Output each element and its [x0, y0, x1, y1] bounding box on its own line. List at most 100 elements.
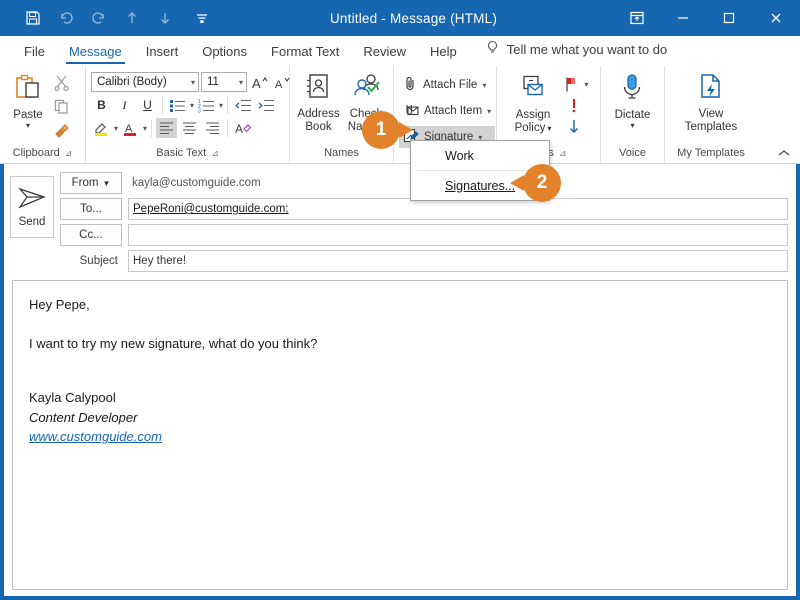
tab-options[interactable]: Options	[190, 42, 259, 66]
increase-indent-button[interactable]	[255, 95, 276, 115]
view-templates-button[interactable]: View Templates	[679, 70, 743, 137]
chevron-down-icon[interactable]: ▾	[191, 78, 195, 87]
font-size-input[interactable]: 11 ▾	[201, 72, 247, 92]
message-headers: Send From ▼ kayla@customguide.com To...	[4, 164, 796, 278]
view-templates-icon	[697, 73, 725, 106]
cc-input[interactable]	[128, 224, 788, 246]
cut-button[interactable]	[51, 72, 72, 92]
ribbon-display-options-icon[interactable]	[614, 0, 660, 36]
body-paragraph: I want to try my new signature, what do …	[29, 336, 318, 352]
signature-website-link[interactable]: www.customguide.com	[29, 427, 771, 447]
tags-dialog-launcher-icon[interactable]: ⊿	[559, 148, 567, 159]
to-row: To... PepeRoni@customguide.com;	[60, 198, 788, 220]
cc-button[interactable]: Cc...	[60, 224, 122, 246]
format-painter-button[interactable]	[51, 120, 72, 140]
dictate-button[interactable]: Dictate ▾	[609, 70, 657, 132]
group-label-voice: Voice	[619, 147, 646, 159]
include-buttons: Attach File ▾ Attach Item ▾ Signature ▾	[399, 72, 496, 148]
chevron-down-icon[interactable]: ▾	[143, 124, 147, 133]
collapse-ribbon-icon[interactable]	[777, 148, 791, 161]
assign-policy-button[interactable]: Assign Policy ▾	[509, 72, 558, 138]
tab-review[interactable]: Review	[351, 42, 418, 66]
assign-policy-icon	[518, 75, 548, 107]
tab-insert[interactable]: Insert	[134, 42, 191, 66]
chevron-down-icon[interactable]: ▾	[190, 101, 194, 110]
subject-input[interactable]: Hey there!	[128, 250, 788, 272]
chevron-down-icon[interactable]: ▾	[114, 124, 118, 133]
next-item-icon[interactable]	[154, 7, 176, 29]
bold-button[interactable]: B	[91, 95, 112, 115]
underline-button[interactable]: U	[137, 95, 158, 115]
font-color-button[interactable]: A	[120, 118, 141, 138]
align-left-button[interactable]	[156, 118, 178, 138]
font-name-input[interactable]: Calibri (Body) ▾	[91, 72, 199, 92]
follow-up-flag-icon[interactable]	[560, 74, 581, 94]
paste-button[interactable]: Paste ▾	[5, 70, 51, 132]
high-importance-button[interactable]	[564, 95, 585, 115]
clear-formatting-button[interactable]: A	[232, 118, 253, 138]
decrease-indent-button[interactable]	[232, 95, 253, 115]
assign-policy-label-1: Assign	[515, 108, 551, 121]
microphone-icon	[619, 73, 645, 107]
chevron-down-icon[interactable]: ▾	[482, 81, 486, 90]
chevron-down-icon[interactable]: ▾	[584, 80, 588, 89]
to-input[interactable]: PepeRoni@customguide.com;	[128, 198, 788, 220]
group-label-basic-text: Basic Text ⊿	[156, 147, 219, 159]
chevron-down-icon[interactable]: ▾	[487, 107, 491, 116]
previous-item-icon[interactable]	[121, 7, 143, 29]
title-bar: Untitled - Message (HTML)	[0, 0, 800, 36]
italic-button[interactable]: I	[114, 95, 135, 115]
group-label-clipboard: Clipboard ⊿	[12, 147, 73, 159]
copy-button[interactable]	[51, 96, 72, 116]
font-name-value: Calibri (Body)	[97, 76, 167, 88]
lightbulb-icon	[485, 40, 500, 59]
clipboard-dialog-launcher-icon[interactable]: ⊿	[65, 148, 73, 159]
minimize-button[interactable]	[660, 0, 706, 36]
paragraph-row: ▾ A ▾ A	[91, 118, 293, 138]
from-button[interactable]: From ▼	[60, 172, 122, 194]
grow-font-button[interactable]: A	[249, 72, 270, 92]
basic-text-dialog-launcher-icon[interactable]: ⊿	[211, 148, 219, 159]
chevron-down-icon[interactable]: ▾	[239, 78, 243, 87]
align-center-button[interactable]	[179, 118, 200, 138]
chevron-down-icon[interactable]: ▾	[26, 121, 30, 129]
chevron-down-icon[interactable]: ▼	[102, 179, 110, 188]
tell-me-label: Tell me what you want to do	[506, 42, 668, 57]
message-body[interactable]: Hey Pepe, I want to try my new signature…	[12, 280, 788, 590]
customize-quick-access-icon[interactable]	[191, 7, 213, 29]
tab-help[interactable]: Help	[418, 42, 469, 66]
attach-file-button[interactable]: Attach File ▾	[399, 74, 495, 96]
signature-menu-item-work[interactable]: Work	[411, 143, 549, 168]
attach-item-button[interactable]: Attach Item ▾	[399, 100, 495, 122]
send-arrow-icon	[17, 186, 47, 213]
bullets-button[interactable]	[167, 95, 188, 115]
signature-job-title: Content Developer	[29, 409, 138, 425]
close-button[interactable]	[752, 0, 800, 36]
to-button[interactable]: To...	[60, 198, 122, 220]
chevron-down-icon[interactable]: ▾	[219, 101, 223, 110]
maximize-button[interactable]	[706, 0, 752, 36]
tab-format-text[interactable]: Format Text	[259, 42, 351, 66]
clipboard-small-buttons	[51, 70, 72, 140]
low-importance-button[interactable]	[564, 116, 585, 136]
redo-icon[interactable]	[88, 7, 110, 29]
address-book-button[interactable]: Address Book	[295, 70, 342, 137]
tab-file[interactable]: File	[12, 42, 57, 66]
text-highlight-color-button[interactable]	[91, 118, 112, 138]
align-right-button[interactable]	[202, 118, 223, 138]
divider	[227, 119, 229, 137]
chevron-down-icon[interactable]: ▾	[630, 121, 634, 129]
numbering-button[interactable]: 123	[196, 95, 217, 115]
tab-message[interactable]: Message	[57, 42, 134, 66]
paperclip-icon	[403, 76, 418, 94]
chevron-down-icon[interactable]: ▾	[547, 124, 551, 132]
undo-icon[interactable]	[55, 7, 77, 29]
callout-badge-1: 1	[362, 111, 413, 149]
text-style-row: B I U ▾ 123 ▾	[91, 95, 293, 115]
send-label: Send	[18, 216, 46, 228]
attach-item-label: Attach Item	[424, 105, 483, 117]
send-button[interactable]: Send	[10, 176, 54, 238]
tell-me-search[interactable]: Tell me what you want to do	[469, 38, 667, 66]
save-icon[interactable]	[22, 7, 44, 29]
attach-item-icon	[403, 102, 419, 120]
